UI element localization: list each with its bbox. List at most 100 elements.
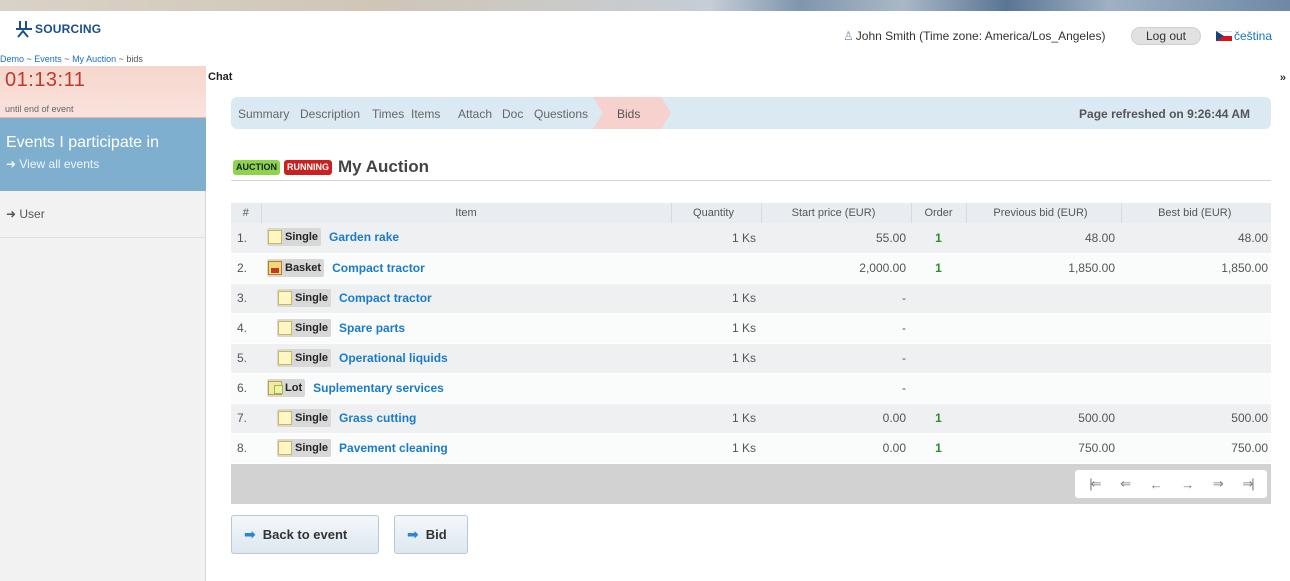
pagination-bar: |⇐ ⇐ ← → ⇒ ⇒| (231, 464, 1271, 504)
bid-button[interactable]: ➡ Bid (394, 515, 468, 554)
item-type-tag: Single (277, 318, 332, 337)
event-heading: AUCTION RUNNING My Auction (233, 157, 429, 177)
breadcrumb-events[interactable]: Events (34, 54, 62, 64)
language-switch[interactable]: čeština (1216, 29, 1272, 43)
column-header-start-price[interactable]: Start price (EUR) (761, 203, 912, 223)
back-to-event-button[interactable]: ➡ Back to event (231, 515, 379, 554)
column-header-best-bid[interactable]: Best bid (EUR) (1121, 203, 1271, 223)
item-link[interactable]: Operational liquids (339, 351, 448, 365)
table-header: # Item Quantity Start price (EUR) Order … (231, 203, 1271, 223)
previous-page-icon[interactable]: ⇐ (1120, 476, 1131, 492)
previous-bid-cell (966, 373, 1121, 404)
user-name: John Smith (Time zone: America/Los_Angel… (855, 29, 1106, 43)
previous-bid-cell (966, 313, 1121, 344)
item-link[interactable]: Suplementary services (313, 381, 444, 395)
item-link[interactable]: Grass cutting (339, 411, 416, 425)
first-page-icon[interactable]: |⇐ (1089, 476, 1101, 492)
table-row: 6. Lot Suplementary services - (231, 373, 1271, 404)
tab-attach[interactable]: Attach (458, 107, 492, 121)
column-header-number[interactable]: # (231, 203, 262, 223)
running-badge: RUNNING (284, 159, 332, 175)
table-row: 7. Single Grass cutting 1 Ks 0.00 1 500.0… (231, 403, 1271, 434)
order-cell (911, 283, 966, 314)
item-type-tag: Single (267, 228, 322, 247)
chat-bar: Chat » (207, 70, 1290, 86)
tab-doc[interactable]: Doc (502, 107, 523, 121)
best-bid-cell (1121, 313, 1271, 344)
column-header-quantity[interactable]: Quantity (671, 203, 762, 223)
user-info[interactable]: ♙ John Smith (Time zone: America/Los_Ange… (843, 29, 1105, 43)
breadcrumb-my-auction[interactable]: My Auction (72, 54, 116, 64)
previous-bid-cell: 1,850.00 (966, 253, 1121, 284)
chat-label[interactable]: Chat (208, 71, 232, 83)
next-icon[interactable]: → (1181, 477, 1194, 492)
czech-flag-icon (1216, 31, 1232, 41)
table-row: 1. Single Garden rake 1 Ks 55.00 1 48.00 … (231, 223, 1271, 254)
quantity-cell: 1 Ks (671, 343, 761, 374)
arrow-right-icon: ➡ (407, 526, 419, 542)
quantity-cell (671, 373, 761, 404)
table-row: 3. Single Compact tractor 1 Ks - (231, 283, 1271, 314)
countdown-timer: 01:13:11 (5, 69, 86, 91)
start-price-cell: - (761, 373, 911, 404)
start-price-cell: - (761, 313, 911, 344)
quantity-cell: 1 Ks (671, 283, 761, 314)
best-bid-cell: 500.00 (1121, 403, 1271, 434)
item-link[interactable]: Garden rake (329, 230, 399, 244)
tab-bids[interactable]: Bids (593, 97, 671, 129)
tab-description[interactable]: Description (300, 107, 360, 121)
column-header-item[interactable]: Item (261, 203, 672, 223)
tab-items[interactable]: Items (411, 107, 440, 121)
logo-icon (16, 21, 32, 38)
breadcrumb-demo[interactable]: Demo (0, 54, 24, 64)
logo[interactable]: SOURCING (15, 20, 101, 38)
basket-icon (268, 260, 282, 275)
best-bid-cell (1121, 373, 1271, 404)
sidebar: 01:13:11 until end of event Events I par… (0, 66, 206, 581)
heading-divider (231, 180, 1271, 181)
previous-bid-cell: 500.00 (966, 403, 1121, 434)
quantity-cell: 1 Ks (671, 433, 761, 464)
events-title: Events I participate in (6, 134, 159, 151)
start-price-cell: 0.00 (761, 403, 911, 434)
refresh-status: Page refreshed on 9:26:44 AM (1079, 107, 1250, 121)
tab-times[interactable]: Times (372, 107, 404, 121)
tab-summary[interactable]: Summary (238, 107, 289, 121)
chat-toggle[interactable]: » (1280, 72, 1286, 84)
column-header-order[interactable]: Order (911, 203, 967, 223)
best-bid-cell: 48.00 (1121, 223, 1271, 254)
quantity-cell: 1 Ks (671, 223, 761, 254)
order-cell (911, 313, 966, 344)
logout-button[interactable]: Log out (1131, 27, 1201, 45)
document-icon (268, 230, 282, 245)
column-header-previous-bid[interactable]: Previous bid (EUR) (966, 203, 1122, 223)
sidebar-item-user[interactable]: ➜ User (6, 207, 45, 221)
view-all-events-link[interactable]: ➜ View all events (6, 157, 99, 171)
quantity-cell: 1 Ks (671, 403, 761, 434)
item-type-tag: Single (277, 438, 332, 457)
order-cell (911, 373, 966, 404)
item-link[interactable]: Compact tractor (339, 291, 432, 305)
breadcrumb-bids: bids (126, 54, 143, 64)
order-cell: 1 (911, 223, 966, 254)
row-number: 1. (231, 223, 261, 254)
last-page-icon[interactable]: ⇒| (1242, 476, 1254, 492)
item-link[interactable]: Pavement cleaning (339, 441, 448, 455)
order-cell: 1 (911, 403, 966, 434)
best-bid-cell: 750.00 (1121, 433, 1271, 464)
item-link[interactable]: Spare parts (339, 321, 405, 335)
user-icon: ♙ (843, 29, 854, 43)
tab-questions[interactable]: Questions (534, 107, 588, 121)
arrow-right-icon: ➡ (244, 526, 256, 542)
start-price-cell: 2,000.00 (761, 253, 911, 284)
previous-icon[interactable]: ← (1150, 477, 1163, 492)
header: SOURCING ♙ John Smith (Time zone: America… (0, 11, 1290, 49)
item-type-tag: Basket (267, 258, 325, 277)
next-page-icon[interactable]: ⇒ (1213, 476, 1224, 492)
previous-bid-cell: 750.00 (966, 433, 1121, 464)
countdown-box: 01:13:11 until end of event (0, 66, 206, 118)
breadcrumb: Demo ~ Events ~ My Auction ~ bids (0, 54, 143, 64)
item-link[interactable]: Compact tractor (332, 261, 425, 275)
row-number: 4. (231, 313, 261, 344)
previous-bid-cell (966, 343, 1121, 374)
